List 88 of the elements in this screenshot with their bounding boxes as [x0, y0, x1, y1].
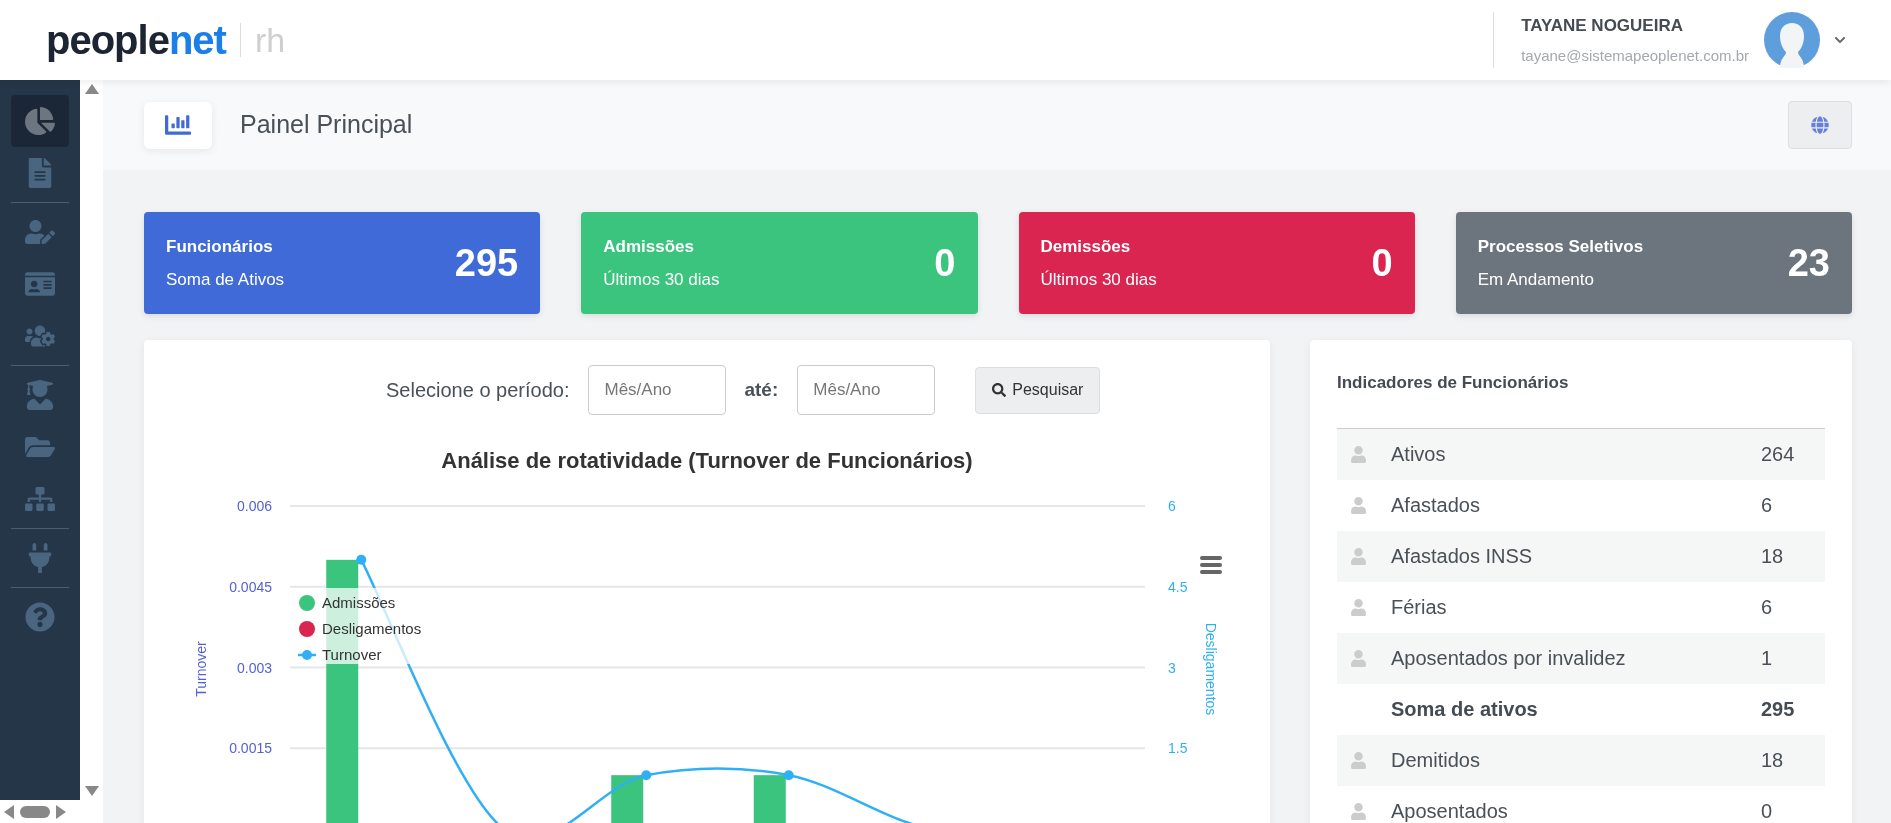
indicator-label: Aposentados por invalidez — [1391, 646, 1627, 671]
axis-title: Turnover — [193, 641, 209, 697]
scroll-up-icon[interactable] — [84, 84, 99, 94]
graduate-icon — [25, 380, 55, 410]
indicator-value: 18 — [1761, 544, 1785, 569]
legend-label[interactable]: Desligamentos — [322, 620, 422, 637]
card-value: 0 — [934, 240, 956, 286]
indicator-value: 6 — [1761, 595, 1774, 620]
card-subtitle: Soma de Ativos — [166, 269, 285, 291]
axis-tick-label: 0.0045 — [229, 578, 272, 595]
indicator-value: 295 — [1761, 697, 1796, 722]
card-title: Demissões — [1040, 235, 1132, 258]
card-value: 0 — [1371, 240, 1393, 286]
panel-title: Indicadores de Funcionários — [1337, 372, 1570, 394]
card-title: Funcionários — [166, 235, 274, 258]
bar — [611, 775, 644, 823]
avatar-icon[interactable] — [1764, 12, 1820, 68]
bar — [753, 775, 786, 823]
user-edit-icon — [25, 217, 55, 247]
axis-tick-label: 0.0015 — [229, 740, 272, 757]
legend-dot-icon — [299, 595, 315, 611]
indicator-label: Ativos — [1391, 442, 1447, 467]
search-button[interactable]: Pesquisar — [975, 366, 1101, 414]
card-title: Processos Seletivos — [1477, 235, 1644, 258]
indicator-label: Demitidos — [1391, 748, 1481, 773]
language-button[interactable] — [1788, 101, 1852, 149]
indicator-label: Férias — [1391, 595, 1448, 620]
search-icon — [992, 383, 1007, 397]
user-icon — [1349, 445, 1367, 463]
user-icon — [1349, 649, 1367, 667]
horizontal-scrollbar[interactable] — [0, 800, 103, 823]
indicator-label: Soma de ativos — [1391, 697, 1539, 722]
period-label: Selecione o período: — [386, 378, 570, 403]
id-card-icon — [25, 269, 55, 299]
indicator-value: 6 — [1761, 493, 1774, 518]
axis-tick-label: 6 — [1168, 498, 1176, 514]
legend-line-icon — [298, 650, 316, 660]
indicator-label: Afastados — [1391, 493, 1481, 518]
scroll-down-icon[interactable] — [84, 786, 99, 796]
user-icon — [1349, 547, 1367, 565]
globe-icon — [1811, 116, 1829, 134]
legend-label[interactable]: Turnover — [322, 646, 382, 663]
legend-dot-icon — [299, 621, 315, 637]
scroll-right-icon[interactable] — [56, 804, 66, 819]
chart-title: Análise de rotatividade (Turnover de Funcionários) — [441, 448, 973, 473]
bar-chart-icon — [165, 112, 191, 138]
card-value: 295 — [454, 240, 519, 286]
axis-tick-label: 0.003 — [236, 659, 272, 676]
card-subtitle: Últimos 30 dias — [1040, 269, 1157, 291]
pie-chart-icon — [25, 106, 55, 136]
axis-tick-label: 3 — [1168, 659, 1176, 676]
page-title: Painel Principal — [240, 109, 413, 141]
help-icon — [25, 602, 55, 632]
indicator-label: Afastados INSS — [1391, 544, 1534, 569]
axis-title: Desligamentos — [1203, 622, 1219, 716]
user-icon — [1349, 598, 1367, 616]
data-point — [356, 554, 367, 565]
start-date-field[interactable]: Mês/Ano — [588, 365, 727, 415]
legend-label[interactable]: Admissões — [322, 594, 396, 611]
card-title: Admissões — [603, 235, 695, 258]
scroll-thumb[interactable] — [20, 805, 50, 818]
logo-text: peoplenet — [46, 20, 226, 60]
user-email: tayane@sistemapeoplenet.com.br — [1521, 45, 1749, 66]
user-icon — [1349, 751, 1367, 769]
user-name: TAYANE NOGUEIRA — [1521, 15, 1684, 37]
indicator-value: 264 — [1761, 442, 1796, 467]
user-icon — [1349, 496, 1367, 514]
scroll-left-icon[interactable] — [4, 804, 14, 819]
axis-tick-label: 4.5 — [1168, 578, 1188, 595]
vertical-scrollbar[interactable] — [80, 80, 103, 800]
indicator-value: 0 — [1761, 799, 1774, 823]
sidebar-item[interactable] — [11, 95, 69, 147]
card-value: 23 — [1787, 240, 1830, 286]
chevron-down-icon[interactable] — [1834, 34, 1846, 46]
hierarchy-icon — [25, 484, 55, 514]
indicator-value: 18 — [1761, 748, 1785, 773]
axis-tick-label: 0.006 — [236, 498, 272, 514]
user-icon — [1349, 802, 1367, 820]
indicator-value: 1 — [1761, 646, 1774, 671]
card-subtitle: Últimos 30 dias — [603, 269, 720, 291]
menu-icon[interactable] — [1200, 556, 1222, 574]
card-subtitle: Em Andamento — [1477, 269, 1595, 291]
axis-tick-label: 1.5 — [1168, 740, 1188, 757]
data-point — [783, 770, 794, 781]
indicator-label: Aposentados — [1391, 799, 1509, 823]
data-point — [641, 770, 652, 781]
until-label: até: — [744, 377, 779, 402]
end-date-field[interactable]: Mês/Ano — [797, 365, 936, 415]
